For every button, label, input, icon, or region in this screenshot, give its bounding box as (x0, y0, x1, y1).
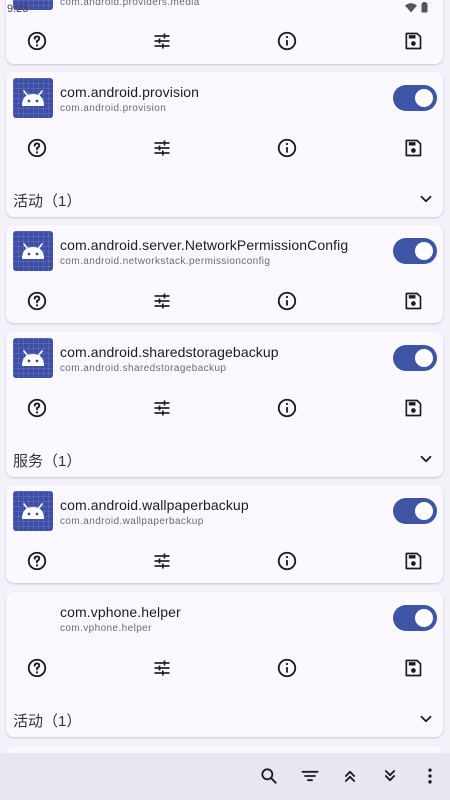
tune-icon (154, 33, 170, 49)
info-icon (277, 398, 297, 418)
save-icon (405, 139, 422, 157)
more-vert-icon (428, 768, 432, 784)
info-button[interactable] (276, 550, 298, 572)
scroll-top-button[interactable] (339, 765, 361, 787)
chevron-down-icon[interactable] (417, 190, 435, 208)
battery-icon (421, 2, 428, 13)
tune-button[interactable] (151, 397, 173, 419)
search-icon (261, 768, 277, 784)
help-button[interactable] (26, 550, 48, 572)
info-button[interactable] (276, 137, 298, 159)
save-icon (405, 32, 422, 50)
save-button[interactable] (402, 397, 424, 419)
app-card-wallpaper: com.android.wallpaperbackup com.android.… (6, 485, 443, 583)
chevron-down-icon[interactable] (417, 450, 435, 468)
enable-toggle[interactable] (393, 238, 437, 264)
tune-icon (154, 140, 170, 156)
android-icon (13, 78, 53, 118)
help-button[interactable] (26, 290, 48, 312)
search-button[interactable] (258, 765, 280, 787)
save-button[interactable] (402, 550, 424, 572)
info-icon (277, 551, 297, 571)
app-card-sharedstorage: com.android.sharedstoragebackup com.andr… (6, 332, 443, 477)
tune-icon (154, 660, 170, 676)
tune-button[interactable] (151, 290, 173, 312)
save-button[interactable] (402, 290, 424, 312)
help-icon (27, 658, 47, 678)
enable-toggle[interactable] (393, 85, 437, 111)
help-icon (27, 138, 47, 158)
enable-toggle[interactable] (393, 498, 437, 524)
help-button[interactable] (26, 657, 48, 679)
android-icon (13, 338, 53, 378)
android-icon (13, 491, 53, 531)
app-package: com.android.networkstack.permissionconfi… (60, 256, 271, 267)
save-icon (405, 292, 422, 310)
chevron-down-icon[interactable] (417, 710, 435, 728)
enable-toggle[interactable] (393, 345, 437, 371)
section-label[interactable]: 活动（1） (13, 710, 81, 731)
filter-button[interactable] (299, 765, 321, 787)
scroll-bottom-button[interactable] (379, 765, 401, 787)
bottom-action-bar (0, 753, 450, 800)
more-button[interactable] (419, 765, 441, 787)
tune-icon (154, 553, 170, 569)
app-name: com.android.wallpaperbackup (60, 497, 249, 513)
app-package: com.android.sharedstoragebackup (60, 363, 227, 374)
info-button[interactable] (276, 657, 298, 679)
help-icon (27, 31, 47, 51)
status-bar: 9:23 (0, 0, 450, 18)
info-icon (277, 31, 297, 51)
save-button[interactable] (402, 657, 424, 679)
app-name: com.vphone.helper (60, 604, 181, 620)
app-package: com.android.provision (60, 103, 167, 114)
info-button[interactable] (276, 397, 298, 419)
tune-button[interactable] (151, 550, 173, 572)
help-button[interactable] (26, 137, 48, 159)
help-button[interactable] (26, 397, 48, 419)
tune-icon (154, 293, 170, 309)
save-button[interactable] (402, 137, 424, 159)
info-icon (277, 291, 297, 311)
section-label[interactable]: 活动（1） (13, 190, 81, 211)
save-icon (405, 552, 422, 570)
app-package: com.android.wallpaperbackup (60, 516, 204, 527)
save-icon (405, 399, 422, 417)
info-button[interactable] (276, 30, 298, 52)
app-package: com.vphone.helper (60, 623, 152, 634)
wifi-icon (405, 2, 417, 12)
info-icon (277, 658, 297, 678)
scroll-top-icon (344, 770, 356, 782)
app-card-provision: com.android.provision com.android.provis… (6, 72, 443, 217)
save-button[interactable] (402, 30, 424, 52)
status-icons (405, 2, 428, 13)
info-button[interactable] (276, 290, 298, 312)
help-icon (27, 291, 47, 311)
app-card-vphone: com.vphone.helper com.vphone.helper 活动（1… (6, 592, 443, 737)
tune-icon (154, 400, 170, 416)
scroll-bottom-icon (384, 770, 396, 782)
section-label[interactable]: 服务（1） (13, 450, 81, 471)
status-time: 9:23 (7, 3, 29, 15)
save-icon (405, 659, 422, 677)
app-name: com.android.sharedstoragebackup (60, 344, 279, 360)
android-icon (13, 231, 53, 271)
app-name: com.android.server.NetworkPermissionConf… (60, 237, 349, 253)
tune-button[interactable] (151, 657, 173, 679)
app-name: com.android.provision (60, 84, 200, 100)
tune-button[interactable] (151, 137, 173, 159)
info-icon (277, 138, 297, 158)
filter-icon (301, 770, 319, 782)
help-icon (27, 398, 47, 418)
help-button[interactable] (26, 30, 48, 52)
enable-toggle[interactable] (393, 605, 437, 631)
app-card-networkpermission: com.android.server.NetworkPermissionConf… (6, 225, 443, 323)
help-icon (27, 551, 47, 571)
tune-button[interactable] (151, 30, 173, 52)
